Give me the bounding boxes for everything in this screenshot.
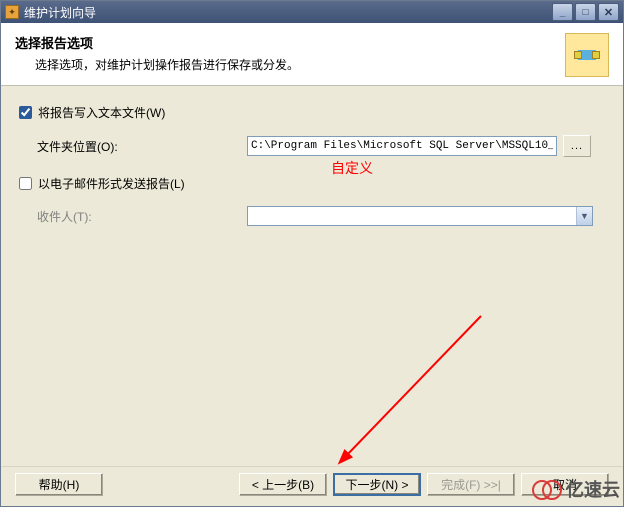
folder-label: 文件夹位置(O): (37, 138, 247, 155)
annotation-custom: 自定义 (331, 158, 373, 178)
folder-row: 文件夹位置(O): ... (19, 135, 605, 157)
write-report-label[interactable]: 将报告写入文本文件(W) (38, 104, 165, 121)
annotation-arrow (331, 306, 491, 466)
minimize-button[interactable]: _ (552, 3, 573, 21)
back-button[interactable]: < 上一步(B) (239, 473, 327, 496)
help-button[interactable]: 帮助(H) (15, 473, 103, 496)
write-report-row: 将报告写入文本文件(W) (19, 104, 605, 121)
wizard-header: 选择报告选项 选择选项，对维护计划操作报告进行保存或分发。 (1, 23, 623, 86)
button-bar: 帮助(H) < 上一步(B) 下一步(N) > 完成(F) >>| 取消 (1, 466, 623, 506)
chevron-down-icon: ▼ (576, 207, 592, 225)
window-controls: _ □ ✕ (552, 3, 619, 21)
maximize-button[interactable]: □ (575, 3, 596, 21)
wizard-content: 将报告写入文本文件(W) 文件夹位置(O): ... 以电子邮件形式发送报告(L… (1, 86, 623, 466)
finish-button: 完成(F) >>| (427, 473, 515, 496)
wizard-icon (565, 33, 609, 77)
close-button[interactable]: ✕ (598, 3, 619, 21)
next-button[interactable]: 下一步(N) > (333, 473, 421, 496)
write-report-checkbox[interactable] (19, 106, 32, 119)
window-title: 维护计划向导 (24, 4, 552, 21)
folder-input[interactable] (247, 136, 557, 156)
email-report-checkbox[interactable] (19, 177, 32, 190)
cancel-button[interactable]: 取消 (521, 473, 609, 496)
app-icon: ✦ (5, 5, 19, 19)
page-subtitle: 选择选项，对维护计划操作报告进行保存或分发。 (15, 56, 565, 73)
page-title: 选择报告选项 (15, 33, 565, 52)
wizard-window: ✦ 维护计划向导 _ □ ✕ 选择报告选项 选择选项，对维护计划操作报告进行保存… (0, 0, 624, 507)
email-report-row: 以电子邮件形式发送报告(L) (19, 175, 605, 192)
recipient-select[interactable]: ▼ (247, 206, 593, 226)
email-report-label[interactable]: 以电子邮件形式发送报告(L) (38, 175, 185, 192)
recipient-row: 收件人(T): ▼ (19, 206, 605, 226)
titlebar: ✦ 维护计划向导 _ □ ✕ (1, 1, 623, 23)
browse-button[interactable]: ... (563, 135, 591, 157)
recipient-label: 收件人(T): (37, 208, 247, 225)
